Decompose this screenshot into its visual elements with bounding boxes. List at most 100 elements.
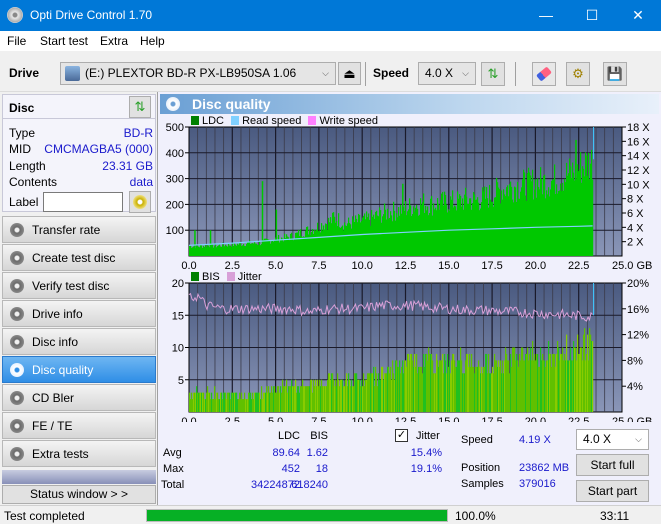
nav-filler bbox=[2, 470, 156, 484]
y-tick-label-left: 10 bbox=[172, 343, 184, 355]
y-tick-label-right: 20% bbox=[627, 278, 649, 290]
fe-te-icon bbox=[10, 419, 24, 433]
y-tick-label-left: 400 bbox=[166, 148, 184, 160]
refresh-button[interactable]: ⇅ bbox=[481, 62, 505, 86]
start-part-button[interactable]: Start part bbox=[576, 480, 649, 502]
nav-cd-bler[interactable]: CD Bler bbox=[2, 384, 156, 411]
close-button[interactable]: ✕ bbox=[615, 0, 661, 31]
stats-col-bis: BIS bbox=[310, 430, 328, 442]
disc-quality-icon bbox=[10, 363, 24, 377]
nav-create-test-disc[interactable]: Create test disc bbox=[2, 244, 156, 271]
ldc-spike bbox=[332, 212, 335, 256]
settings-button[interactable]: ⚙ bbox=[566, 62, 590, 86]
disc-contents-value: data bbox=[129, 175, 153, 189]
y-tick-label-left: 500 bbox=[166, 122, 184, 134]
y-tick-label-right: 4 X bbox=[627, 222, 644, 234]
samples-label: Samples bbox=[461, 478, 504, 490]
speed-label: Speed bbox=[373, 66, 410, 80]
disc-panel-title: Disc bbox=[9, 101, 35, 115]
status-bar: Test completed 100.0% 33:11 bbox=[0, 505, 661, 524]
y-tick-label-right: 12 X bbox=[627, 165, 650, 177]
nav-verify-test-disc[interactable]: Verify test disc bbox=[2, 272, 156, 299]
nav-drive-info[interactable]: Drive info bbox=[2, 300, 156, 327]
y-tick-label-left: 20 bbox=[172, 278, 184, 290]
ldc-spike bbox=[261, 181, 264, 256]
y-tick-label-right: 8 X bbox=[627, 194, 644, 206]
nav-disc-quality[interactable]: Disc quality bbox=[2, 356, 156, 383]
nav-extra-tests[interactable]: Extra tests bbox=[2, 440, 156, 467]
nav-label: Disc info bbox=[32, 335, 79, 349]
drive-label: Drive bbox=[9, 66, 40, 80]
menu-start-test[interactable]: Start test bbox=[40, 34, 88, 48]
disc-label-button[interactable] bbox=[129, 191, 151, 213]
extra-tests-icon bbox=[10, 447, 24, 461]
nav-label: Extra tests bbox=[32, 447, 89, 461]
x-tick-label: 2.5 bbox=[225, 260, 240, 272]
eject-button[interactable]: ⏏ bbox=[338, 62, 361, 85]
disc-label-input[interactable] bbox=[43, 192, 123, 212]
stats-max-bis: 18 bbox=[315, 463, 328, 475]
toolbar-divider bbox=[515, 62, 516, 86]
y-tick-label-right: 4% bbox=[627, 381, 643, 393]
sidebar: Disc ⇅ Type BD-R MID CMCMAGBA5 (000) Len… bbox=[0, 92, 158, 505]
position-value: 23862 MB bbox=[519, 462, 570, 474]
menu-help[interactable]: Help bbox=[140, 34, 165, 48]
nav-disc-info[interactable]: Disc info bbox=[2, 328, 156, 355]
y-tick-label-left: 200 bbox=[166, 199, 184, 211]
disc-mid-key: MID bbox=[9, 142, 31, 156]
y-tick-label-right: 2 X bbox=[627, 237, 644, 249]
disc-contents-row: Contents data bbox=[9, 175, 153, 191]
start-full-button[interactable]: Start full bbox=[576, 454, 649, 476]
stats-table: LDC BIS Avg 89.64 1.62 Max 452 18 Total … bbox=[158, 422, 458, 502]
disc-type-key: Type bbox=[9, 126, 36, 140]
x-tick-label: 20.0 bbox=[525, 260, 546, 272]
erase-button[interactable] bbox=[532, 62, 556, 86]
y-tick-label-right: 14 X bbox=[627, 151, 650, 163]
title-bar: Opti Drive Control 1.70 — ☐ ✕ bbox=[0, 0, 661, 31]
disc-length-key: Length bbox=[9, 159, 46, 173]
x-tick-label: 0.0 bbox=[181, 260, 196, 272]
nav-fe-te[interactable]: FE / TE bbox=[2, 412, 156, 439]
chevron-down-icon: ⌵ bbox=[635, 434, 642, 444]
refresh-icon: ⇅ bbox=[487, 66, 499, 81]
eraser-icon bbox=[536, 66, 552, 82]
status-window-button[interactable]: Status window > > bbox=[2, 485, 156, 504]
stats-avg-bis: 1.62 bbox=[306, 447, 328, 459]
save-icon: 💾 bbox=[606, 66, 624, 81]
bis-bar bbox=[592, 341, 594, 412]
cd-bler-icon bbox=[10, 391, 24, 405]
disc-mid-value: CMCMAGBA5 (000) bbox=[44, 142, 153, 156]
stats-total-bis: 618240 bbox=[291, 479, 328, 491]
jitter-checkbox[interactable]: ✓ bbox=[395, 429, 408, 442]
x-tick-label: 25.0 GB bbox=[612, 260, 652, 272]
verify-disc-icon bbox=[10, 279, 24, 293]
save-button[interactable]: 💾 bbox=[603, 62, 627, 86]
y-tick-label-right: 16 X bbox=[627, 136, 650, 148]
ldc-spike bbox=[275, 209, 278, 256]
menu-extra[interactable]: Extra bbox=[100, 34, 128, 48]
menu-file[interactable]: File bbox=[7, 34, 26, 48]
jitter-avg: 15.4% bbox=[410, 447, 442, 459]
y-tick-label-right: 16% bbox=[627, 304, 649, 316]
progress-fill bbox=[147, 510, 447, 521]
transfer-rate-icon bbox=[10, 223, 24, 237]
jitter-max: 19.1% bbox=[410, 463, 442, 475]
nav-transfer-rate[interactable]: Transfer rate bbox=[2, 216, 156, 243]
x-tick-label: 10.0 bbox=[351, 260, 372, 272]
disc-info-panel: Disc ⇅ Type BD-R MID CMCMAGBA5 (000) Len… bbox=[2, 94, 156, 213]
disc-refresh-button[interactable]: ⇅ bbox=[129, 96, 151, 118]
test-speed-select[interactable]: 4.0 X ⌵ bbox=[576, 429, 649, 450]
disc-type-row: Type BD-R bbox=[9, 126, 153, 142]
minimize-button[interactable]: — bbox=[523, 0, 569, 31]
y-tick-label-left: 5 bbox=[178, 375, 184, 387]
progress-label: 100.0% bbox=[455, 509, 496, 523]
x-tick-label: 7.5 bbox=[311, 260, 326, 272]
drive-select-value: (E:) PLEXTOR BD-R PX-LB950SA 1.06 bbox=[85, 66, 297, 80]
disc-icon bbox=[133, 195, 147, 209]
drive-select[interactable]: (E:) PLEXTOR BD-R PX-LB950SA 1.06 ⌵ bbox=[60, 62, 336, 85]
nav-label: CD Bler bbox=[32, 391, 75, 405]
maximize-button[interactable]: ☐ bbox=[569, 0, 615, 31]
speed-info-value: 4.19 X bbox=[519, 434, 551, 446]
ldc-spike bbox=[209, 230, 212, 256]
speed-select[interactable]: 4.0 X ⌵ bbox=[418, 62, 476, 85]
